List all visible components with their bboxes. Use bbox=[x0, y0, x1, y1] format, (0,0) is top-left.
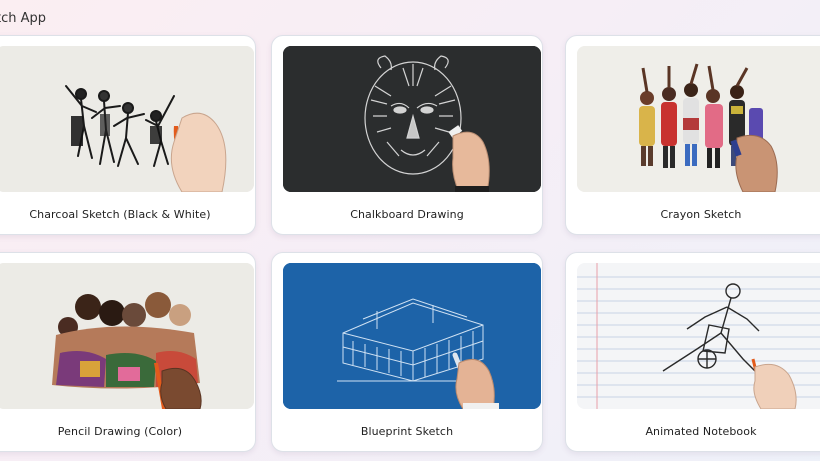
style-card-crayon-sketch[interactable]: Crayon Sketch bbox=[565, 35, 820, 235]
charcoal-sketch-thumbnail bbox=[0, 46, 254, 192]
crayon-sketch-thumbnail bbox=[577, 46, 820, 192]
style-label: Pencil Drawing (Color) bbox=[57, 425, 183, 438]
chalkboard-thumbnail bbox=[283, 46, 541, 192]
style-label: Chalkboard Drawing bbox=[350, 208, 464, 221]
style-label: Charcoal Sketch (Black & White) bbox=[29, 208, 211, 221]
notebook-thumbnail bbox=[577, 263, 820, 409]
style-card-pencil-color[interactable]: Pencil Drawing (Color) bbox=[0, 252, 256, 452]
style-card-chalkboard[interactable]: Chalkboard Drawing bbox=[271, 35, 543, 235]
style-label: Crayon Sketch bbox=[660, 208, 742, 221]
app-page: tch App Charcoal Sketch (Black & White) … bbox=[0, 0, 820, 461]
style-card-charcoal-sketch[interactable]: Charcoal Sketch (Black & White) bbox=[0, 35, 256, 235]
app-title: tch App bbox=[0, 11, 47, 26]
blueprint-thumbnail bbox=[283, 263, 541, 409]
style-card-animated-notebook[interactable]: Animated Notebook bbox=[565, 252, 820, 452]
pencil-color-thumbnail bbox=[0, 263, 254, 409]
style-label: Animated Notebook bbox=[645, 425, 757, 438]
style-card-blueprint[interactable]: Blueprint Sketch bbox=[271, 252, 543, 452]
style-label: Blueprint Sketch bbox=[360, 425, 454, 438]
